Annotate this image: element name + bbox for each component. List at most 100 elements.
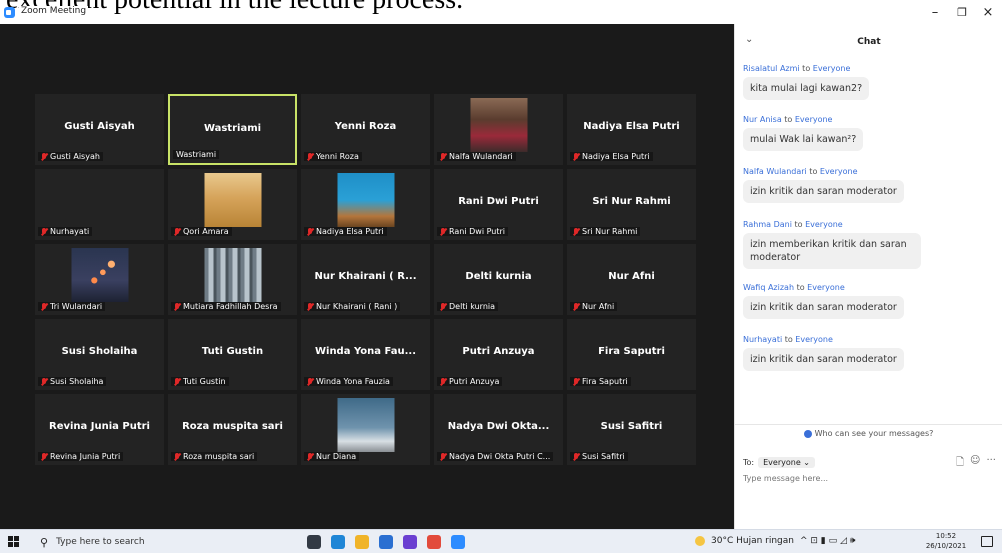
chat-sender[interactable]: Wafiq Azizah xyxy=(743,283,794,292)
more-icon[interactable]: ··· xyxy=(986,455,996,472)
participant-tile[interactable]: Winda Yona Fau... Winda Yona Fauzia xyxy=(301,319,430,390)
chat-sender[interactable]: Rahma Dani xyxy=(743,220,792,229)
participant-name: Sri Nur Rahmi xyxy=(592,196,671,207)
window-titlebar: Zoom Meeting – ❐ × xyxy=(0,0,1002,24)
window-title: Zoom Meeting xyxy=(19,6,89,16)
participant-tile[interactable]: Rani Dwi Putri Rani Dwi Putri xyxy=(434,169,563,240)
chat-to: to xyxy=(806,167,820,176)
tray-icons[interactable]: ^ ⊡ ▮ ▭ ◿ 🕪 xyxy=(800,536,855,546)
notification-icon[interactable] xyxy=(981,536,993,547)
chat-message-input[interactable] xyxy=(743,474,993,483)
participant-tile[interactable]: Nur Diana xyxy=(301,394,430,465)
chat-bubble: izin kritik dan saran moderator xyxy=(743,348,904,371)
chat-sender-line: Risalatul Azmi to Everyone xyxy=(743,64,993,73)
participant-tile[interactable]: Nurhayati xyxy=(35,169,164,240)
taskbar-clock[interactable]: 10:52 26/10/2021 xyxy=(920,531,972,551)
clock-date: 26/10/2021 xyxy=(925,542,967,550)
participant-video xyxy=(204,173,261,227)
participant-label-text: Putri Anzuya xyxy=(449,377,500,386)
participant-label: Revina Junia Putri xyxy=(38,452,124,461)
participant-video xyxy=(337,173,394,227)
participant-label-text: Nur Khairani ( Rani ) xyxy=(316,302,398,311)
close-button[interactable]: × xyxy=(973,4,1002,22)
participant-tile[interactable]: Nadiya Elsa Putri Nadiya Elsa Putri xyxy=(567,94,696,165)
windows-start-icon[interactable] xyxy=(8,536,20,548)
participant-label: Sri Nur Rahmi xyxy=(570,227,641,236)
participant-tile[interactable]: Nur Khairani ( R... Nur Khairani ( Rani ) xyxy=(301,244,430,315)
participant-tile[interactable]: Tri Wulandari xyxy=(35,244,164,315)
participant-tile[interactable]: Wastriami Wastriami xyxy=(168,94,297,165)
participant-tile[interactable]: Fira Saputri Fira Saputri xyxy=(567,319,696,390)
participant-label-text: Nadiya Elsa Putri xyxy=(316,227,384,236)
recipient-select[interactable]: Everyone ⌄ xyxy=(758,457,815,468)
taskbar-app-icon[interactable] xyxy=(355,535,369,549)
participant-label: Nadya Dwi Okta Putri C... xyxy=(437,452,554,461)
chat-sender[interactable]: Nurhayati xyxy=(743,335,782,344)
taskbar-app-icon[interactable] xyxy=(307,535,321,549)
participant-label-text: Wastriami xyxy=(176,150,217,159)
participant-name: Fira Saputri xyxy=(598,346,665,357)
chat-message: Nurhayati to Everyone izin kritik dan sar… xyxy=(743,335,993,371)
participant-tile[interactable]: Susi Safitri Susi Safitri xyxy=(567,394,696,465)
emoji-icon[interactable]: ☺ xyxy=(970,455,980,472)
participant-tile[interactable]: Susi Sholaiha Susi Sholaiha xyxy=(35,319,164,390)
participant-tile[interactable]: Mutiara Fadhillah Desra xyxy=(168,244,297,315)
participant-tile[interactable]: Sri Nur Rahmi Sri Nur Rahmi xyxy=(567,169,696,240)
muted-mic-icon xyxy=(307,452,313,461)
participant-label: Winda Yona Fauzia xyxy=(304,377,393,386)
participant-tile[interactable]: Gusti Aisyah Gusti Aisyah xyxy=(35,94,164,165)
participant-label-text: Sri Nur Rahmi xyxy=(582,227,638,236)
chat-sender[interactable]: Nalfa Wulandari xyxy=(743,167,807,176)
chat-sender[interactable]: Nur Anisa xyxy=(743,115,782,124)
participant-tile[interactable]: Qori Amara xyxy=(168,169,297,240)
participant-label: Nadiya Elsa Putri xyxy=(570,152,653,161)
participant-tile[interactable]: Nur Afni Nur Afni xyxy=(567,244,696,315)
participant-label-text: Roza muspita sari xyxy=(183,452,255,461)
clock-time: 10:52 xyxy=(935,532,957,540)
participant-tile[interactable]: Putri Anzuya Putri Anzuya xyxy=(434,319,563,390)
participant-label: Nadiya Elsa Putri xyxy=(304,227,387,236)
privacy-link[interactable]: Who can see your messages? xyxy=(735,429,1002,438)
to-label: To: xyxy=(743,458,755,467)
minimize-button[interactable]: – xyxy=(920,4,950,22)
participant-label-text: Yenni Roza xyxy=(316,152,359,161)
taskbar-app-icon[interactable] xyxy=(331,535,345,549)
muted-mic-icon xyxy=(41,302,47,311)
participant-label: Susi Sholaiha xyxy=(38,377,107,386)
participant-name: Susi Safitri xyxy=(600,421,663,432)
chat-to: to xyxy=(794,283,808,292)
participant-tile[interactable]: Yenni Roza Yenni Roza xyxy=(301,94,430,165)
participant-tile[interactable]: Revina Junia Putri Revina Junia Putri xyxy=(35,394,164,465)
muted-mic-icon xyxy=(440,152,446,161)
taskbar-app-icon[interactable] xyxy=(427,535,441,549)
chat-sender[interactable]: Risalatul Azmi xyxy=(743,64,800,73)
muted-mic-icon xyxy=(440,302,446,311)
participant-tile[interactable]: Delti kurnia Delti kurnia xyxy=(434,244,563,315)
participant-label: Fira Saputri xyxy=(570,377,631,386)
zoom-logo-icon xyxy=(4,7,15,18)
participant-tile[interactable]: Tuti Gustin Tuti Gustin xyxy=(168,319,297,390)
chat-panel: ⌄ Chat Risalatul Azmi to Everyone kita mu… xyxy=(734,24,1002,529)
participant-tile[interactable]: Nalfa Wulandari xyxy=(434,94,563,165)
chat-to: to xyxy=(781,115,795,124)
taskbar-app-icon[interactable] xyxy=(403,535,417,549)
weather-text[interactable]: 30°C Hujan ringan xyxy=(711,536,794,546)
participant-label: Nur Afni xyxy=(570,302,618,311)
muted-mic-icon xyxy=(41,152,47,161)
chat-to: to xyxy=(791,220,806,229)
participant-tile[interactable]: Nadya Dwi Okta... Nadya Dwi Okta Putri C.… xyxy=(434,394,563,465)
participant-label: Gusti Aisyah xyxy=(38,152,103,161)
participant-tile[interactable]: Nadiya Elsa Putri xyxy=(301,169,430,240)
taskbar-search[interactable]: ⚲ Type here to search xyxy=(40,533,265,551)
chat-sender-line: Wafiq Azizah to Everyone xyxy=(743,283,993,292)
participant-name: Rani Dwi Putri xyxy=(458,196,539,207)
participant-tile[interactable]: Roza muspita sari Roza muspita sari xyxy=(168,394,297,465)
taskbar-app-icon[interactable] xyxy=(379,535,393,549)
chat-recipient: Everyone xyxy=(795,335,833,344)
participant-label-text: Rani Dwi Putri xyxy=(449,227,505,236)
gallery-view: Gusti Aisyah Gusti Aisyah Wastriami Wastria… xyxy=(0,24,734,529)
file-icon[interactable]: 🗋 xyxy=(956,455,964,472)
chat-sender-line: Nur Anisa to Everyone xyxy=(743,115,993,124)
chat-recipient: Everyone xyxy=(807,283,845,292)
taskbar-app-icon[interactable] xyxy=(451,535,465,549)
